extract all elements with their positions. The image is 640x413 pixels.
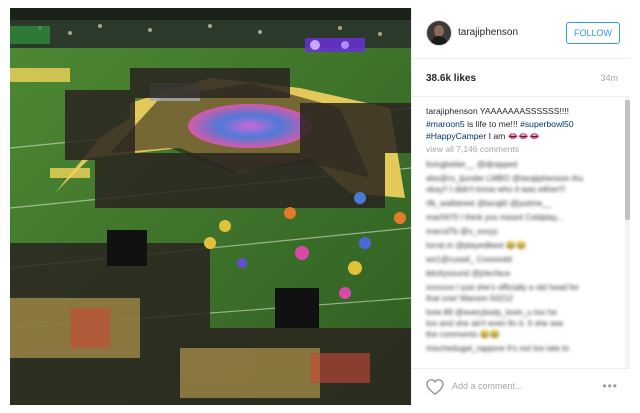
post-header: tarajiphenson FOLLOW xyxy=(412,8,630,59)
avatar-body xyxy=(431,36,447,45)
comment-row: rfb_wallstreet @taraji0 @justme__ xyxy=(426,199,552,208)
post-stats: 38.6k likes 34m xyxy=(412,59,630,95)
hashtag-maroon5[interactable]: #maroon5 xyxy=(426,119,465,129)
profile-avatar[interactable] xyxy=(426,20,452,46)
post-photo xyxy=(10,8,411,405)
comment-row: ws1@cuseil_ Cooooold xyxy=(426,255,512,264)
comment-row: lorrai.m @playedbest 😂😂 xyxy=(426,241,527,250)
comments-scrollbar[interactable] xyxy=(625,96,630,368)
post-sidebar: tarajiphenson FOLLOW 38.6k likes 34m tar… xyxy=(411,8,630,405)
post-modal: tarajiphenson FOLLOW 38.6k likes 34m tar… xyxy=(0,0,640,413)
comments-list[interactable]: tarajiphenson YAAAAAAASSSSSS!!!! #maroon… xyxy=(412,96,630,369)
hashtag-happycamper[interactable]: #HappyCamper xyxy=(426,131,486,141)
comment-row: livingbetter__ @djrapped xyxy=(426,160,518,169)
comment-row: okay!! I didn't know who it was either!!… xyxy=(426,185,566,194)
comment-row: mar0470 I think you meant Coldplay... xyxy=(426,213,564,222)
more-options-icon[interactable]: ••• xyxy=(602,379,618,393)
add-comment-input[interactable]: Add a comment... xyxy=(452,381,523,391)
heart-icon[interactable] xyxy=(426,379,444,395)
comment-row: lorie.89 @everybody_lovin_u too he xyxy=(426,308,557,317)
caption-username[interactable]: tarajiphenson xyxy=(426,106,478,116)
comment-row: too and she ain't even fin it. It she se… xyxy=(426,319,564,328)
post-time[interactable]: 34m xyxy=(600,73,618,83)
hashtag-superbowl50[interactable]: #superbowl50 xyxy=(520,119,574,129)
comment-row: the comments 😂😂 xyxy=(426,330,501,339)
scrollbar-thumb[interactable] xyxy=(625,100,630,220)
post-footer: Add a comment... ••• xyxy=(412,368,630,406)
comment-row: mischedugel_rappore It's not too late to xyxy=(426,344,570,353)
post-caption: tarajiphenson YAAAAAAASSSSSS!!!! #maroon… xyxy=(426,105,616,143)
caption-text-2: is life to me!!! xyxy=(464,118,521,129)
follow-button[interactable]: FOLLOW xyxy=(566,22,620,44)
caption-text-3: I am xyxy=(486,131,508,142)
likes-count[interactable]: 38.6k likes xyxy=(426,73,476,84)
comment-row: bitcitysound @jrlecface xyxy=(426,269,511,278)
view-all-comments-link[interactable]: view all 7,146 comments xyxy=(426,144,519,154)
comment-row: xxxxxxx I just she's officially a old he… xyxy=(426,283,579,292)
lips-emoji: 👄👄👄 xyxy=(507,131,540,142)
comment-row: marcd7b @x_xxxyy xyxy=(426,227,498,236)
comment-row: that one! Maroon 50212 xyxy=(426,294,513,303)
caption-text-1: YAAAAAAASSSSSS!!!! xyxy=(477,106,570,116)
username-link[interactable]: tarajiphenson xyxy=(458,27,518,38)
comment-row: ebs@ro_tjunder LMBO @tarajiphenson thu xyxy=(426,174,584,183)
